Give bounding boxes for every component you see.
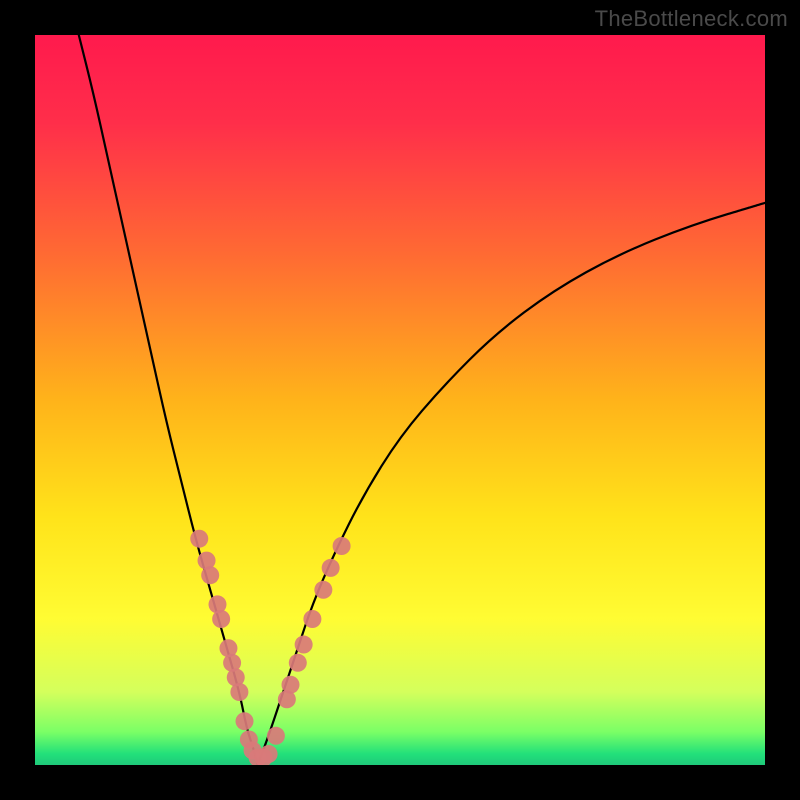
- marker-point: [236, 712, 254, 730]
- marker-point: [303, 610, 321, 628]
- highlight-markers: [190, 530, 350, 765]
- marker-point: [267, 727, 285, 745]
- marker-point: [201, 566, 219, 584]
- marker-point: [260, 745, 278, 763]
- marker-point: [295, 636, 313, 654]
- marker-point: [282, 676, 300, 694]
- marker-point: [212, 610, 230, 628]
- chart-frame: TheBottleneck.com: [0, 0, 800, 800]
- marker-point: [190, 530, 208, 548]
- marker-point: [322, 559, 340, 577]
- marker-point: [289, 654, 307, 672]
- plot-area: [35, 35, 765, 765]
- curve-right-branch: [258, 203, 765, 765]
- marker-point: [230, 683, 248, 701]
- watermark-text: TheBottleneck.com: [595, 6, 788, 32]
- marker-point: [314, 581, 332, 599]
- curve-layer: [35, 35, 765, 765]
- marker-point: [333, 537, 351, 555]
